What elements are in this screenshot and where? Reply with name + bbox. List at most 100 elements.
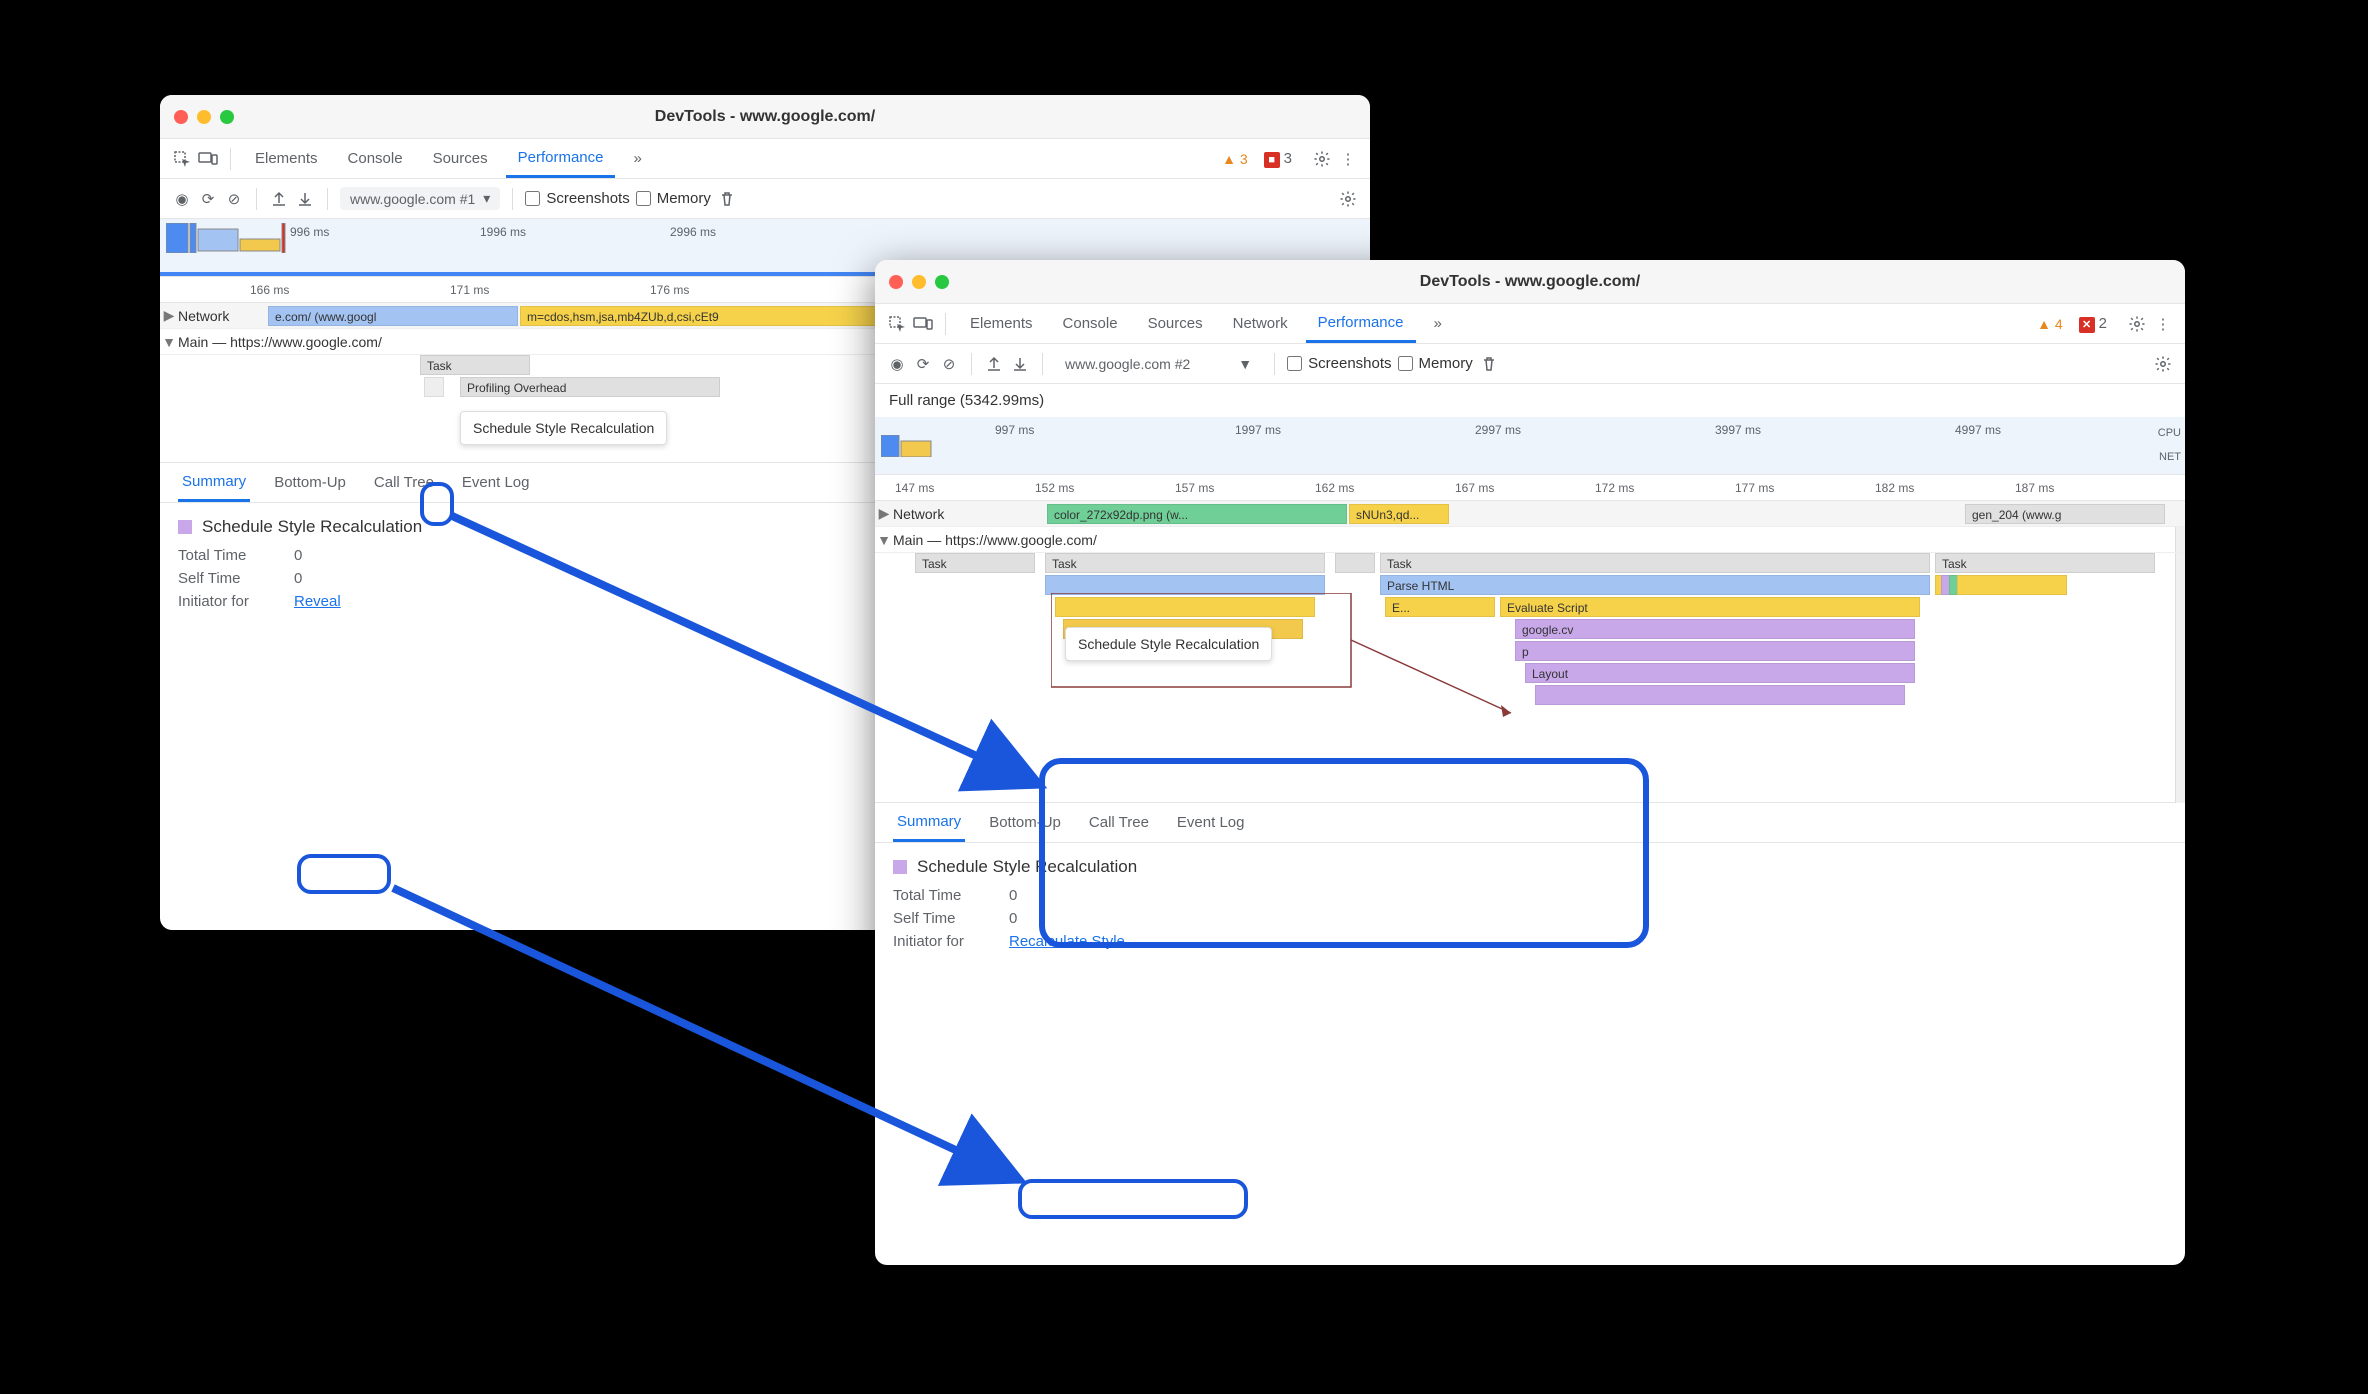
detail-tab-calltree[interactable]: Call Tree (370, 463, 438, 502)
network-track-header[interactable]: ▶ Network color_272x92dp.png (w... sNUn3… (875, 501, 2185, 527)
inspect-icon[interactable] (172, 149, 192, 169)
flame-bar[interactable] (1055, 597, 1315, 617)
chevron-right-icon[interactable]: ▶ (875, 505, 893, 522)
inspect-icon[interactable] (887, 314, 907, 334)
tab-console[interactable]: Console (1051, 304, 1130, 343)
gear-icon[interactable] (1312, 149, 1332, 169)
trash-icon[interactable] (1479, 354, 1499, 374)
clear-icon[interactable]: ⊘ (224, 189, 244, 209)
maximize-icon[interactable] (220, 110, 234, 124)
close-icon[interactable] (174, 110, 188, 124)
screenshots-checkbox[interactable]: Screenshots (1287, 355, 1391, 372)
tab-more[interactable]: » (1422, 304, 1454, 343)
trash-icon[interactable] (717, 189, 737, 209)
tab-elements[interactable]: Elements (958, 304, 1045, 343)
device-icon[interactable] (913, 314, 933, 334)
flame-bar-task[interactable]: Task (1935, 553, 2155, 573)
label-initiator: Initiator for (178, 593, 278, 610)
warning-badge[interactable]: ▲ 4 (2037, 316, 2063, 332)
flame-tooltip: Schedule Style Recalculation (460, 411, 667, 445)
network-span[interactable]: m=cdos,hsm,jsa,mb4ZUb,d,csi,cEt9 (520, 306, 920, 326)
track-label: Network (178, 308, 229, 324)
flame-bar-selected[interactable] (424, 377, 444, 397)
time-ruler[interactable]: 147 ms 152 ms 157 ms 162 ms 167 ms 172 m… (875, 475, 2185, 501)
gear-icon[interactable] (1338, 189, 1358, 209)
detail-tab-bottomup[interactable]: Bottom-Up (270, 463, 350, 502)
ruler-tick: 157 ms (1175, 481, 1214, 495)
upload-icon[interactable] (269, 189, 289, 209)
clear-icon[interactable]: ⊘ (939, 354, 959, 374)
chevron-down-icon[interactable]: ▼ (875, 532, 893, 548)
tab-sources[interactable]: Sources (421, 139, 500, 178)
reload-icon[interactable]: ⟳ (913, 354, 933, 374)
flame-bar[interactable] (1957, 575, 2067, 595)
gear-icon[interactable] (2127, 314, 2147, 334)
tab-console[interactable]: Console (336, 139, 415, 178)
detail-tab-eventlog[interactable]: Event Log (458, 463, 534, 502)
flame-bar-task[interactable]: Task (1380, 553, 1930, 573)
network-span[interactable]: e.com/ (www.googl (268, 306, 518, 326)
tab-performance[interactable]: Performance (506, 139, 616, 178)
flame-bar[interactable] (1335, 553, 1375, 573)
record-icon[interactable]: ◉ (172, 189, 192, 209)
error-badge[interactable]: ■3 (1264, 150, 1292, 168)
memory-checkbox[interactable]: Memory (1398, 355, 1473, 372)
tab-more[interactable]: » (621, 139, 653, 178)
tab-sources[interactable]: Sources (1136, 304, 1215, 343)
flame-bar-evaluate[interactable]: E... (1385, 597, 1495, 617)
value-total-time: 0 (1009, 887, 1017, 904)
flame-bar-parse[interactable]: Parse HTML (1380, 575, 1930, 595)
flame-bar-fn[interactable]: google.cv (1515, 619, 1915, 639)
scrollbar[interactable] (2175, 527, 2185, 552)
maximize-icon[interactable] (935, 275, 949, 289)
flame-bar-fn[interactable]: p (1515, 641, 1915, 661)
titlebar[interactable]: DevTools - www.google.com/ (160, 95, 1370, 139)
detail-tab-bottomup[interactable]: Bottom-Up (985, 803, 1065, 842)
record-icon[interactable]: ◉ (887, 354, 907, 374)
flame-bar-task[interactable]: Task (1045, 553, 1325, 573)
reload-icon[interactable]: ⟳ (198, 189, 218, 209)
tab-network[interactable]: Network (1221, 304, 1300, 343)
download-icon[interactable] (1010, 354, 1030, 374)
warning-badge[interactable]: ▲ 3 (1222, 151, 1248, 167)
error-badge[interactable]: ✕2 (2079, 315, 2107, 333)
flame-bar[interactable] (1535, 685, 1905, 705)
chevron-down-icon[interactable]: ▼ (160, 334, 178, 350)
flame-chart[interactable]: Task Task Task Task Parse HTML E... Eval… (875, 553, 2185, 803)
initiator-reveal-link[interactable]: Reveal (294, 593, 341, 610)
network-span[interactable]: color_272x92dp.png (w... (1047, 504, 1347, 524)
kebab-icon[interactable]: ⋮ (1338, 149, 1358, 169)
gear-icon[interactable] (2153, 354, 2173, 374)
memory-checkbox[interactable]: Memory (636, 190, 711, 207)
upload-icon[interactable] (984, 354, 1004, 374)
network-span[interactable]: gen_204 (www.g (1965, 504, 2165, 524)
initiator-recalc-link[interactable]: Recalculate Style (1009, 933, 1125, 950)
close-icon[interactable] (889, 275, 903, 289)
screenshots-checkbox[interactable]: Screenshots (525, 190, 629, 207)
device-icon[interactable] (198, 149, 218, 169)
flame-bar[interactable] (1045, 575, 1325, 595)
main-track-header[interactable]: ▼ Main — https://www.google.com/ (875, 527, 2185, 553)
titlebar[interactable]: DevTools - www.google.com/ (875, 260, 2185, 304)
minimize-icon[interactable] (912, 275, 926, 289)
tab-performance[interactable]: Performance (1306, 304, 1416, 343)
network-span[interactable]: sNUn3,qd... (1349, 504, 1449, 524)
chevron-right-icon[interactable]: ▶ (160, 307, 178, 324)
recording-selector[interactable]: www.google.com #2 ▼ (1055, 353, 1262, 375)
flame-bar-task[interactable]: Task (915, 553, 1035, 573)
minimize-icon[interactable] (197, 110, 211, 124)
detail-tab-eventlog[interactable]: Event Log (1173, 803, 1249, 842)
detail-tab-summary[interactable]: Summary (178, 463, 250, 502)
detail-tab-calltree[interactable]: Call Tree (1085, 803, 1153, 842)
detail-tab-summary[interactable]: Summary (893, 803, 965, 842)
flame-bar-layout[interactable]: Layout (1525, 663, 1915, 683)
recording-selector[interactable]: www.google.com #1▾ (340, 187, 500, 210)
flame-bar-evaluate[interactable]: Evaluate Script (1500, 597, 1920, 617)
tab-elements[interactable]: Elements (243, 139, 330, 178)
timeline-overview[interactable]: 997 ms 1997 ms 2997 ms 3997 ms 4997 ms C… (875, 417, 2185, 475)
kebab-icon[interactable]: ⋮ (2153, 314, 2173, 334)
cpu-label: CPU (2158, 427, 2181, 439)
flame-bar-profiling[interactable]: Profiling Overhead (460, 377, 720, 397)
flame-bar-task[interactable]: Task (420, 355, 530, 375)
download-icon[interactable] (295, 189, 315, 209)
